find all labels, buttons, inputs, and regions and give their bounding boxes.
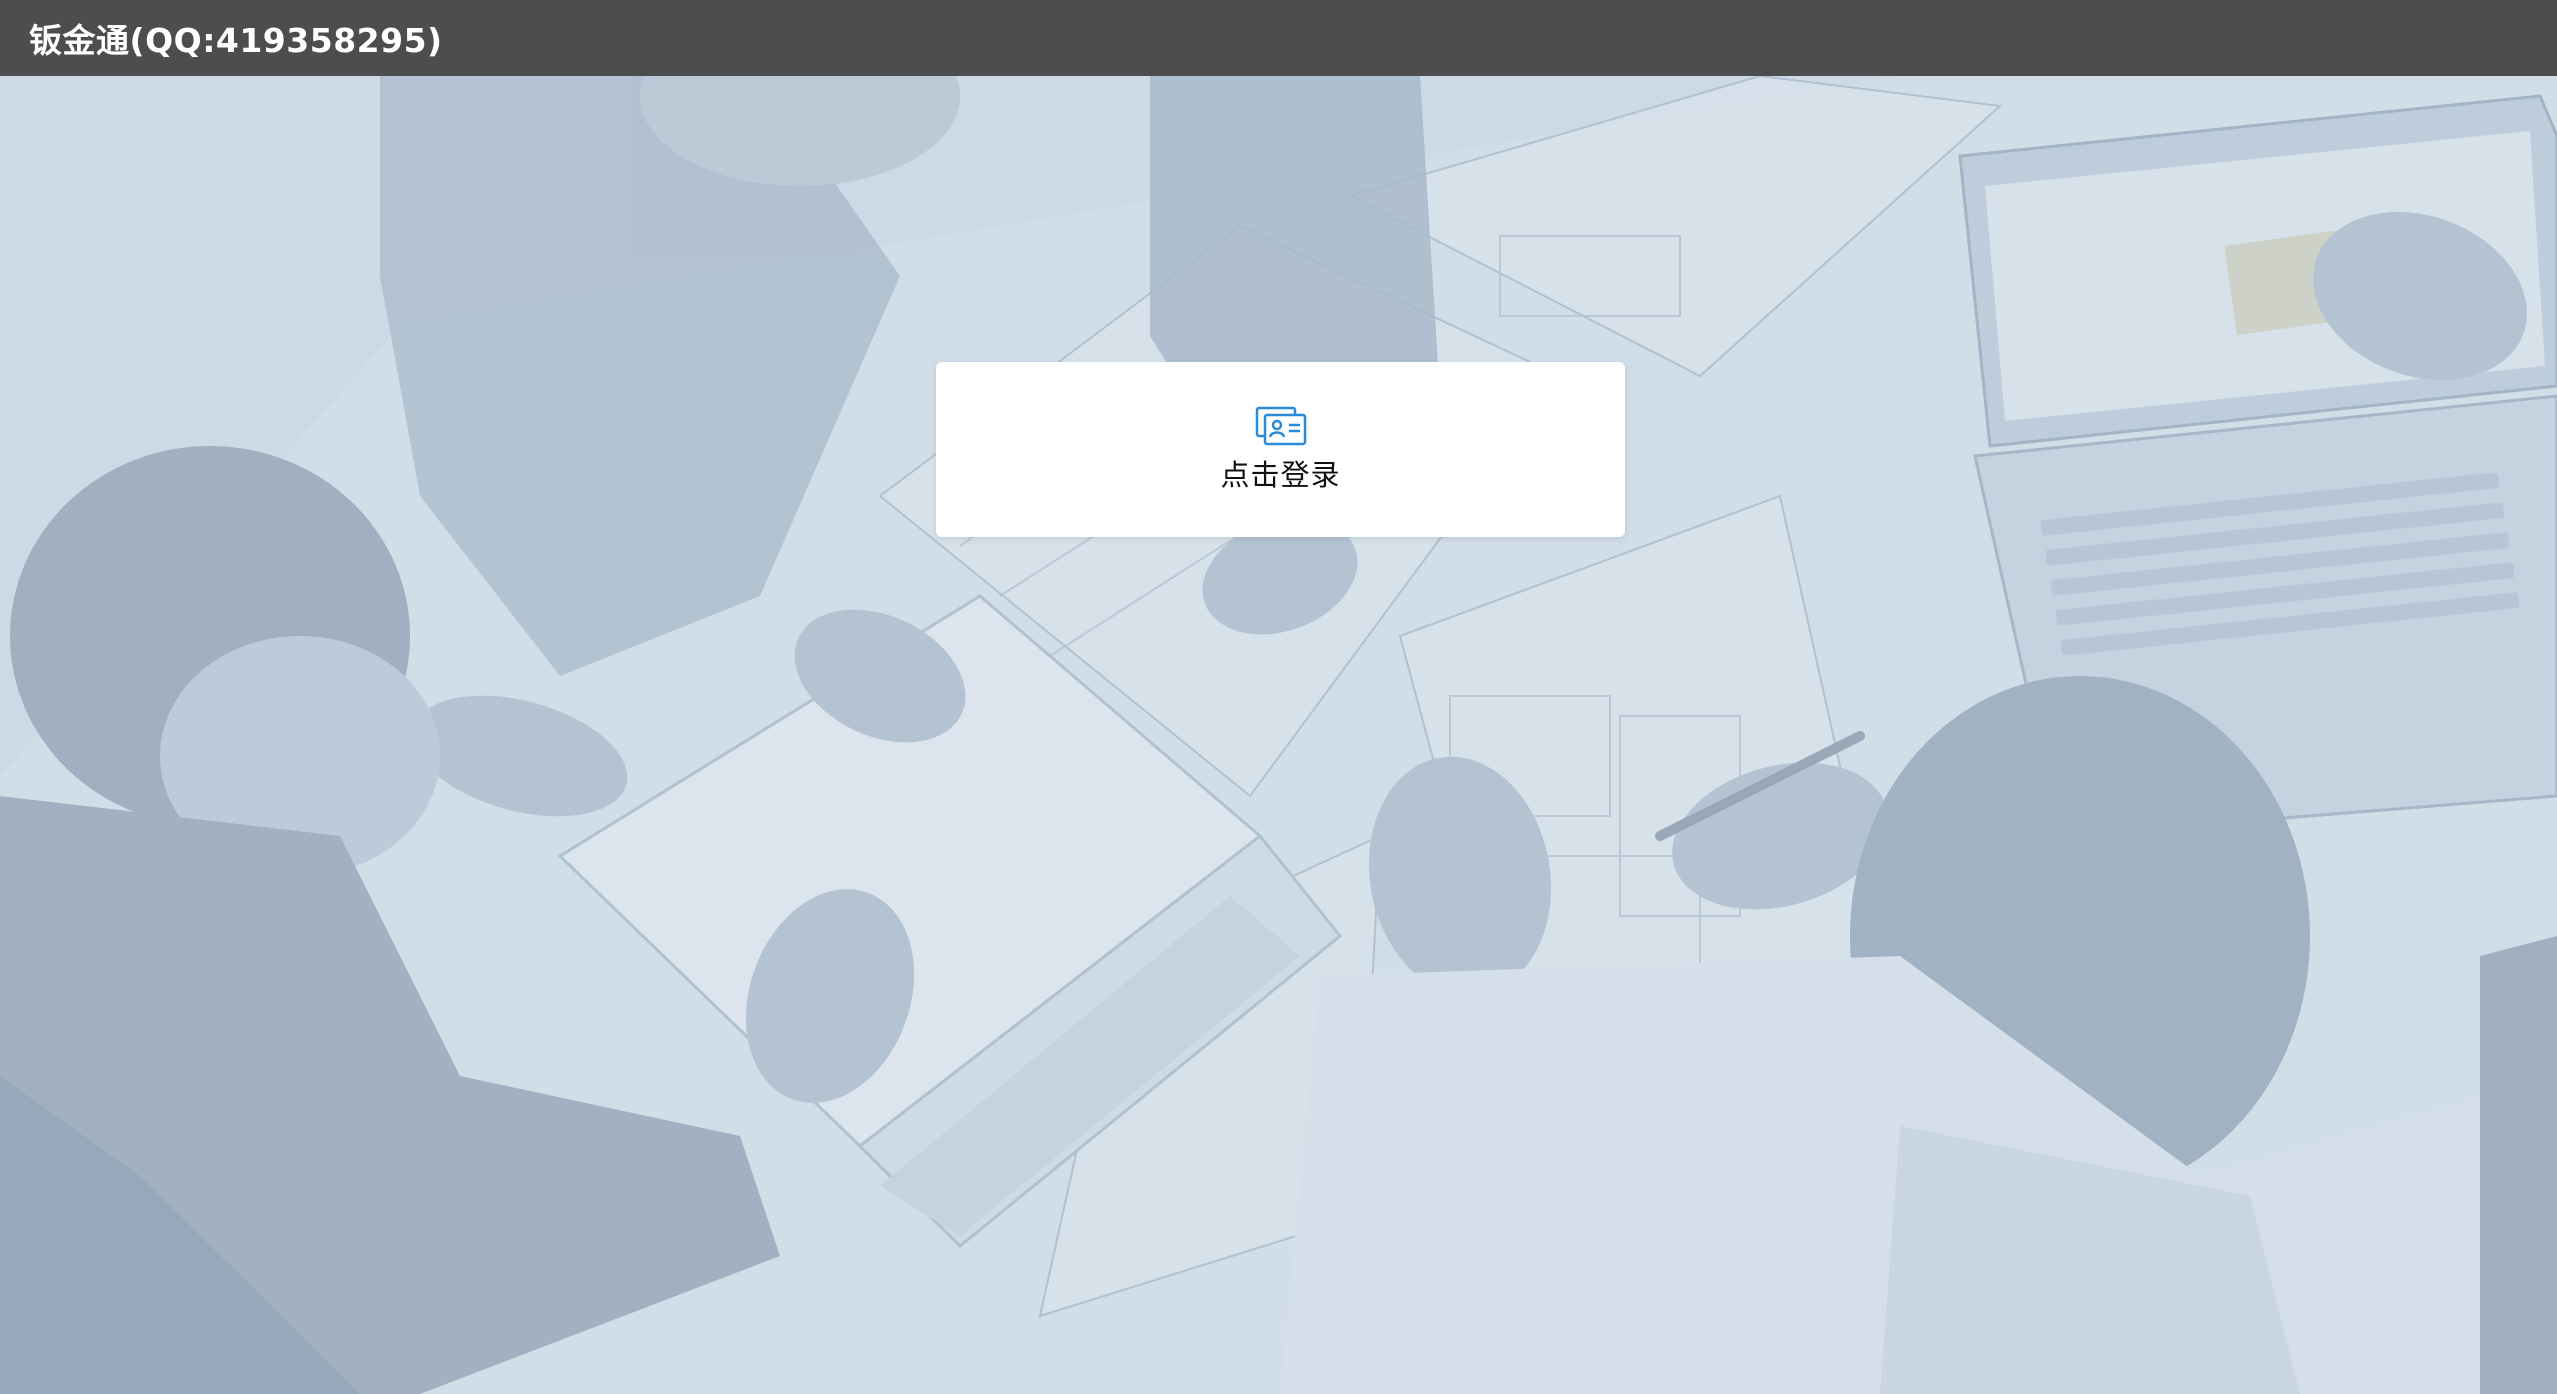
app-title: 钣金通(QQ:419358295): [29, 21, 443, 60]
login-page: 钣金通(QQ:419358295) 点击登录: [0, 0, 2557, 1394]
title-bar: 钣金通(QQ:419358295): [0, 0, 2557, 76]
login-button[interactable]: 点击登录: [936, 362, 1625, 537]
background-photo: [0, 76, 2557, 1394]
id-card-icon: [1255, 406, 1306, 445]
login-label: 点击登录: [1220, 457, 1341, 492]
office-meeting-illustration: [0, 76, 2557, 1394]
